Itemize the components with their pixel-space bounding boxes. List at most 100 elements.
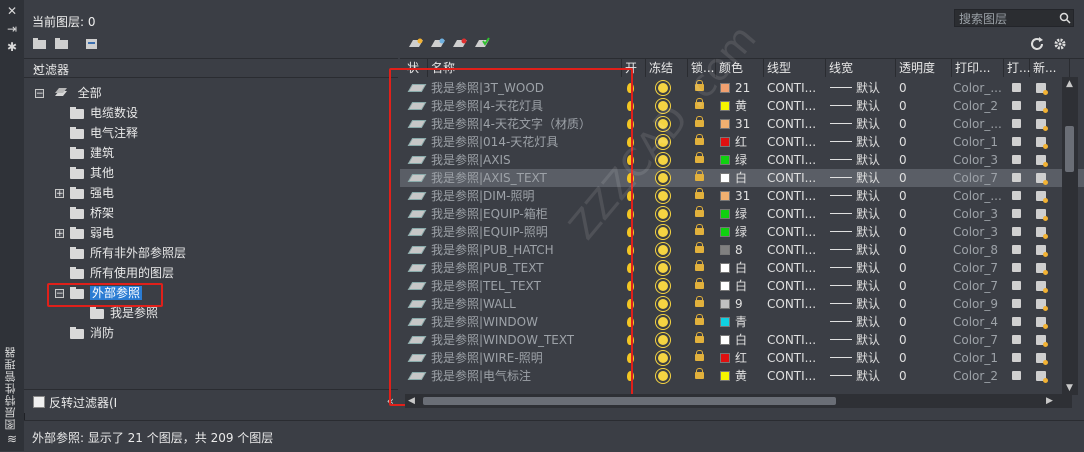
color-name[interactable]: 31 (735, 115, 750, 133)
settings-gear-icon[interactable] (1052, 37, 1068, 51)
color-swatch[interactable] (720, 209, 730, 219)
color-name[interactable]: 黄 (735, 97, 747, 115)
transparency[interactable]: 0 (899, 169, 907, 187)
autohide-icon[interactable]: ⇥ (5, 22, 19, 36)
unlock-icon[interactable] (695, 278, 704, 289)
invert-filter-checkbox[interactable] (33, 396, 45, 408)
unlock-icon[interactable] (695, 224, 704, 235)
lineweight[interactable]: 默认 (856, 97, 880, 115)
new-vp-freeze-icon[interactable] (1036, 281, 1048, 293)
unlock-icon[interactable] (695, 332, 704, 343)
properties-icon[interactable]: ✱ (5, 40, 19, 54)
plot-printer-icon[interactable] (1012, 155, 1021, 164)
new-property-filter-icon[interactable] (32, 37, 48, 51)
new-vp-freeze-icon[interactable] (1036, 245, 1048, 257)
lineweight[interactable]: 默认 (856, 241, 880, 259)
unlock-icon[interactable] (695, 368, 704, 379)
thaw-sun-icon[interactable] (658, 227, 668, 237)
plot-style[interactable]: Color_8 (953, 241, 998, 259)
color-name[interactable]: 红 (735, 349, 747, 367)
transparency[interactable]: 0 (899, 151, 907, 169)
transparency[interactable]: 0 (899, 241, 907, 259)
plot-printer-icon[interactable] (1012, 173, 1021, 182)
new-vp-freeze-icon[interactable] (1036, 353, 1048, 365)
color-name[interactable]: 白 (735, 259, 747, 277)
plot-printer-icon[interactable] (1012, 245, 1021, 254)
transparency[interactable]: 0 (899, 97, 907, 115)
lineweight[interactable]: 默认 (856, 259, 880, 277)
plot-style[interactable]: Color_1 (953, 349, 998, 367)
vertical-scroll-thumb[interactable] (1065, 126, 1074, 172)
linetype[interactable]: CONTI... (767, 205, 816, 223)
lineweight[interactable]: 默认 (856, 277, 880, 295)
plot-style[interactable]: Color_7 (953, 259, 998, 277)
new-vp-freeze-icon[interactable] (1036, 227, 1048, 239)
new-vp-freeze-icon[interactable] (1036, 371, 1048, 383)
plot-style[interactable]: Color_3 (953, 151, 998, 169)
plot-printer-icon[interactable] (1012, 317, 1021, 326)
delete-layer-icon[interactable] (452, 37, 468, 51)
plot-printer-icon[interactable] (1012, 299, 1021, 308)
color-swatch[interactable] (720, 263, 730, 273)
plot-style[interactable]: Color_2 (953, 97, 998, 115)
thaw-sun-icon[interactable] (658, 173, 668, 183)
new-group-filter-icon[interactable] (54, 37, 70, 51)
scroll-right-icon[interactable]: ▶ (1046, 396, 1053, 406)
color-swatch[interactable] (720, 281, 730, 291)
column-header[interactable]: 透明度 (896, 59, 952, 77)
color-name[interactable]: 白 (735, 277, 747, 295)
transparency[interactable]: 0 (899, 79, 907, 97)
new-vp-freeze-icon[interactable] (1036, 263, 1048, 275)
unlock-icon[interactable] (695, 152, 704, 163)
plot-style[interactable]: Color_... (953, 187, 1002, 205)
horizontal-scroll-thumb[interactable] (423, 397, 836, 405)
unlock-icon[interactable] (695, 170, 704, 181)
thaw-sun-icon[interactable] (658, 299, 668, 309)
color-name[interactable]: 青 (735, 313, 747, 331)
transparency[interactable]: 0 (899, 133, 907, 151)
unlock-icon[interactable] (695, 350, 704, 361)
unlock-icon[interactable] (695, 206, 704, 217)
refresh-icon[interactable] (1030, 37, 1046, 51)
color-swatch[interactable] (720, 119, 730, 129)
linetype[interactable]: CONTI... (767, 115, 816, 133)
plot-style[interactable]: Color_2 (953, 367, 998, 385)
thaw-sun-icon[interactable] (658, 281, 668, 291)
thaw-sun-icon[interactable] (658, 335, 668, 345)
plot-style[interactable]: Color_... (953, 79, 1002, 97)
linetype[interactable]: CONTI... (767, 79, 816, 97)
lineweight[interactable]: 默认 (856, 169, 880, 187)
transparency[interactable]: 0 (899, 223, 907, 241)
color-swatch[interactable] (720, 299, 730, 309)
tree-item-non-xref-layers[interactable]: 所有非外部参照层 (70, 244, 186, 262)
color-swatch[interactable] (720, 137, 730, 147)
transparency[interactable]: 0 (899, 187, 907, 205)
color-swatch[interactable] (720, 227, 730, 237)
unlock-icon[interactable] (695, 242, 704, 253)
linetype[interactable]: CONTI... (767, 277, 816, 295)
color-swatch[interactable] (720, 353, 730, 363)
tree-item-cable-tray[interactable]: 桥架 (70, 204, 114, 222)
color-name[interactable]: 绿 (735, 205, 747, 223)
transparency[interactable]: 0 (899, 259, 907, 277)
new-vp-freeze-icon[interactable] (1036, 83, 1048, 95)
layer-states-manager-icon[interactable] (84, 37, 100, 51)
plot-style[interactable]: Color_7 (953, 277, 998, 295)
new-vp-freeze-icon[interactable] (1036, 335, 1048, 347)
unlock-icon[interactable] (695, 314, 704, 325)
color-swatch[interactable] (720, 317, 730, 327)
column-header[interactable]: 线宽 (826, 59, 896, 77)
vertical-scrollbar[interactable] (1062, 77, 1078, 395)
unlock-icon[interactable] (695, 260, 704, 271)
expander-icon[interactable]: + (55, 229, 64, 239)
plot-printer-icon[interactable] (1012, 209, 1021, 218)
plot-printer-icon[interactable] (1012, 83, 1021, 92)
transparency[interactable]: 0 (899, 313, 907, 331)
search-layers-input[interactable]: 搜索图层 (954, 9, 1074, 27)
lineweight[interactable]: 默认 (856, 331, 880, 349)
linetype[interactable]: CONTI... (767, 187, 816, 205)
lineweight[interactable]: 默认 (856, 115, 880, 133)
collapse-panel-icon[interactable]: « (33, 61, 394, 75)
tree-item-fire[interactable]: 消防 (70, 324, 114, 342)
plot-printer-icon[interactable] (1012, 101, 1021, 110)
